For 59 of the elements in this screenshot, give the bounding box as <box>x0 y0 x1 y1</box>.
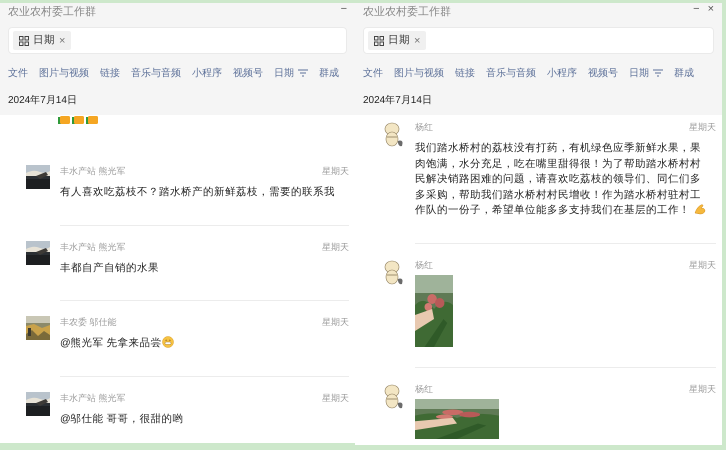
grid-icon <box>374 36 384 46</box>
sender-name: 杨红 <box>415 382 433 394</box>
message-time: 星期天 <box>322 165 349 177</box>
message-time: 星期天 <box>322 392 349 404</box>
category-tab[interactable]: 视频号 <box>588 66 618 80</box>
category-tab[interactable]: 音乐与音频 <box>486 66 536 80</box>
sender-name: 杨红 <box>415 121 433 133</box>
chip-label: 日期 <box>33 32 55 48</box>
sender-name: 丰水产站 熊光军 <box>60 240 126 252</box>
category-tab[interactable]: 小程序 <box>192 66 222 80</box>
message-time: 星期天 <box>689 258 716 270</box>
category-tab[interactable]: 图片与视频 <box>39 66 89 80</box>
category-tab[interactable]: 文件 <box>8 66 28 80</box>
search-field[interactable]: 日期 × <box>8 27 347 54</box>
filter-chip[interactable]: 日期 × <box>13 31 72 50</box>
message-time: 星期天 <box>689 382 716 394</box>
message-text: 丰都自产自销的水果 <box>60 260 160 276</box>
emoji-icon <box>86 115 98 124</box>
filter-icon[interactable] <box>298 69 308 77</box>
minimize-button[interactable]: − <box>693 3 700 15</box>
category-tab[interactable]: 视频号 <box>233 66 263 80</box>
filter-icon[interactable] <box>653 69 663 77</box>
category-tab[interactable]: 小程序 <box>547 66 577 80</box>
sender-name: 杨红 <box>415 258 433 270</box>
close-button[interactable]: × <box>708 3 714 15</box>
grinning-face-icon <box>162 336 174 348</box>
message-text: @邬仕能 哥哥，很甜的哟 <box>60 412 185 426</box>
window-title: 农业农村委工作群 <box>8 4 96 20</box>
filter-chip[interactable]: 日期 × <box>368 31 426 50</box>
category-tab[interactable]: 群成 <box>319 66 339 80</box>
category-tab[interactable]: 群成 <box>674 66 694 80</box>
category-tab[interactable]: 图片与视频 <box>394 66 444 80</box>
category-tab[interactable]: 链接 <box>100 66 120 80</box>
category-tab[interactable]: 日期 <box>274 66 294 80</box>
date-heading: 2024年7月14日 <box>363 94 432 108</box>
emoji-icon <box>58 115 70 124</box>
category-tab[interactable]: 链接 <box>455 66 475 80</box>
message-time: 星期天 <box>322 316 349 328</box>
message-time: 星期天 <box>689 121 716 133</box>
category-tab[interactable]: 音乐与音频 <box>131 66 181 80</box>
chip-label: 日期 <box>388 32 410 48</box>
grid-icon <box>19 36 29 46</box>
window-title: 农业农村委工作群 <box>363 4 451 20</box>
flexed-arm-icon <box>694 203 706 215</box>
emoji-icon <box>72 115 84 124</box>
minimize-button[interactable]: − <box>340 3 347 15</box>
message-text: @熊光军 先拿来品尝 <box>60 336 349 356</box>
message-time: 星期天 <box>322 240 349 252</box>
sender-name: 丰水产站 熊光军 <box>60 392 126 404</box>
chip-close-button[interactable]: × <box>59 36 66 46</box>
date-heading: 2024年7月14日 <box>8 94 77 108</box>
message-text: 我们踏水桥村的荔枝没有打药，有机绿色应季新鲜水果，果肉饱满，水分充足，吃在嘴里甜得很！为了帮助踏水桥村村民解决销路困难的问题，请喜欢吃荔枝的领导们、同仁们多多采购，帮助我们踏水桥村村民增收！作为踏水桥村驻村工作队的一份子，希望单位能多多支持我们在基层的工作！ <box>415 141 716 222</box>
message-text: 有人喜欢吃荔枝不？踏水桥产的新鲜荔枝，需要的联系我 <box>60 185 336 200</box>
search-field[interactable]: 日期 × <box>363 27 714 54</box>
chip-close-button[interactable]: × <box>414 36 420 46</box>
category-tab[interactable]: 文件 <box>363 66 383 80</box>
category-tab[interactable]: 日期 <box>629 66 649 80</box>
sender-name: 丰水产站 熊光军 <box>60 165 126 177</box>
sender-name: 丰农委 邬仕能 <box>60 316 117 328</box>
